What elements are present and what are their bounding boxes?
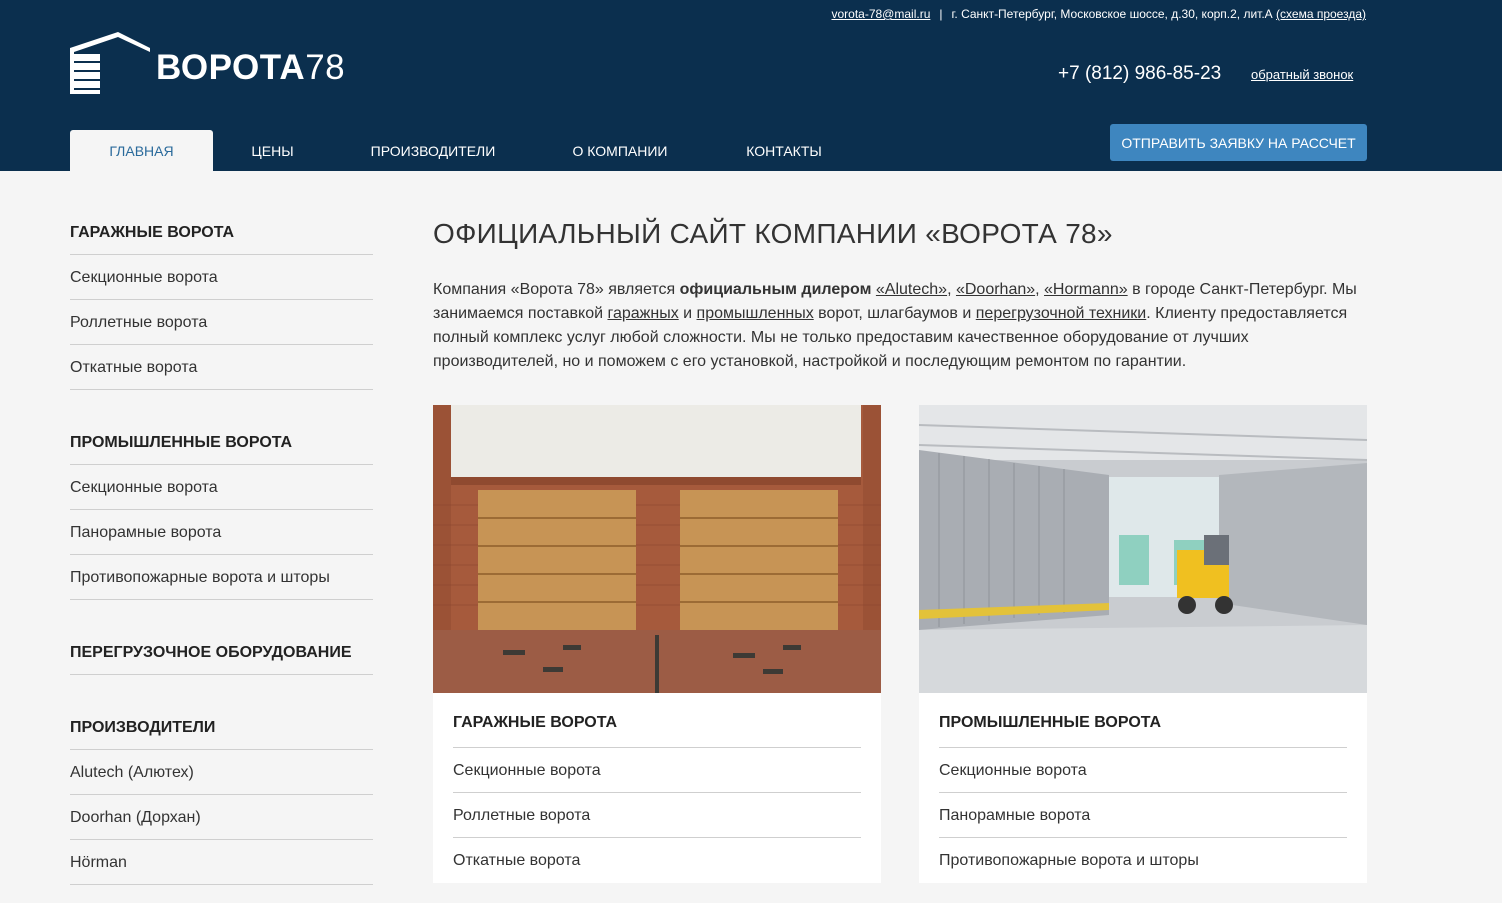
garage-photo-illustration <box>433 405 881 693</box>
card-item-sliding[interactable]: Откатные ворота <box>453 838 861 883</box>
garage-gates-image[interactable] <box>433 405 881 693</box>
callback-link[interactable]: обратный звонок <box>1251 67 1353 82</box>
sidebar-group-title[interactable]: ПРОИЗВОДИТЕЛИ <box>70 705 373 750</box>
loading-equipment-link[interactable]: перегрузочной техники <box>976 305 1146 322</box>
sidebar-item-roller[interactable]: Роллетные ворота <box>70 300 373 345</box>
route-map-link[interactable]: (схема проезда) <box>1276 7 1366 21</box>
sidebar-group-title[interactable]: ПРОМЫШЛЕННЫЕ ВОРОТА <box>70 420 373 465</box>
hormann-link[interactable]: «Hormann» <box>1044 281 1128 298</box>
email-link[interactable]: vorota-78@mail.ru <box>831 7 930 21</box>
site-logo[interactable]: ВОРОТА78 <box>70 32 345 94</box>
intro-text: ворот, шлагбаумов и <box>813 305 976 322</box>
nav-manufacturers[interactable]: ПРОИЗВОДИТЕЛИ <box>332 130 534 171</box>
industrial-link[interactable]: промышленных <box>697 305 814 322</box>
request-quote-button[interactable]: ОТПРАВИТЬ ЗАЯВКУ НА РАССЧЕТ <box>1110 124 1367 161</box>
card-title[interactable]: ПРОМЫШЛЕННЫЕ ВОРОТА <box>939 703 1347 748</box>
intro-comma: , <box>947 281 956 298</box>
sidebar-item-fireproof[interactable]: Противопожарные ворота и шторы <box>70 555 373 600</box>
sidebar-item-sectional[interactable]: Секционные ворота <box>70 255 373 300</box>
logo-wordmark: ВОРОТА78 <box>156 48 345 88</box>
main-nav: ГЛАВНАЯ ЦЕНЫ ПРОИЗВОДИТЕЛИ О КОМПАНИИ КО… <box>70 130 862 171</box>
sidebar-item-hormann[interactable]: Hörman <box>70 840 373 885</box>
sidebar-item-doorhan[interactable]: Doorhan (Дорхан) <box>70 795 373 840</box>
sidebar-item-sectional[interactable]: Секционные ворота <box>70 465 373 510</box>
separator: | <box>939 7 943 21</box>
card-body: ГАРАЖНЫЕ ВОРОТА Секционные ворота Роллет… <box>433 693 881 883</box>
card-garage-gates: ГАРАЖНЫЕ ВОРОТА Секционные ворота Роллет… <box>433 405 881 883</box>
sidebar-group-loading: ПЕРЕГРУЗОЧНОЕ ОБОРУДОВАНИЕ <box>70 630 373 675</box>
nav-contacts[interactable]: КОНТАКТЫ <box>706 130 862 171</box>
alutech-link[interactable]: «Alutech» <box>876 281 947 298</box>
card-item-fireproof[interactable]: Противопожарные ворота и шторы <box>939 838 1347 883</box>
doorhan-link[interactable]: «Doorhan» <box>956 281 1035 298</box>
warehouse-photo-illustration <box>919 405 1367 693</box>
sidebar-item-panoramic[interactable]: Панорамные ворота <box>70 510 373 555</box>
sidebar-group-manufacturers: ПРОИЗВОДИТЕЛИ Alutech (Алютех) Doorhan (… <box>70 705 373 885</box>
page-title: ОФИЦИАЛЬНЫЙ САЙТ КОМПАНИИ «ВОРОТА 78» <box>433 218 1113 249</box>
card-item-sectional[interactable]: Секционные ворота <box>939 748 1347 793</box>
card-body: ПРОМЫШЛЕННЫЕ ВОРОТА Секционные ворота Па… <box>919 693 1367 883</box>
logo-number: 78 <box>305 48 346 87</box>
top-contact-line: vorota-78@mail.ru | г. Санкт-Петербург, Мо… <box>831 7 1366 21</box>
intro-bold: официальным дилером <box>679 281 872 298</box>
intro-comma: , <box>1035 281 1045 298</box>
intro-text: Компания «Ворота 78» является <box>433 281 680 298</box>
category-cards: ГАРАЖНЫЕ ВОРОТА Секционные ворота Роллет… <box>433 405 1367 883</box>
card-item-roller[interactable]: Роллетные ворота <box>453 793 861 838</box>
garage-link[interactable]: гаражных <box>607 305 678 322</box>
main-content: ОФИЦИАЛЬНЫЙ САЙТ КОМПАНИИ «ВОРОТА 78» Ко… <box>433 218 1367 883</box>
sidebar-group-industrial: ПРОМЫШЛЕННЫЕ ВОРОТА Секционные ворота Па… <box>70 420 373 600</box>
intro-text: и <box>678 305 697 322</box>
sidebar-group-garage: ГАРАЖНЫЕ ВОРОТА Секционные ворота Роллет… <box>70 210 373 390</box>
industrial-gates-image[interactable] <box>919 405 1367 693</box>
sidebar-group-title[interactable]: ПЕРЕГРУЗОЧНОЕ ОБОРУДОВАНИЕ <box>70 630 373 675</box>
intro-paragraph: Компания «Ворота 78» является официальны… <box>433 278 1367 374</box>
nav-prices[interactable]: ЦЕНЫ <box>213 130 332 171</box>
nav-home[interactable]: ГЛАВНАЯ <box>70 130 213 171</box>
card-industrial-gates: ПРОМЫШЛЕННЫЕ ВОРОТА Секционные ворота Па… <box>919 405 1367 883</box>
card-item-panoramic[interactable]: Панорамные ворота <box>939 793 1347 838</box>
sidebar-group-title[interactable]: ГАРАЖНЫЕ ВОРОТА <box>70 210 373 255</box>
sidebar: ГАРАЖНЫЕ ВОРОТА Секционные ворота Роллет… <box>70 210 373 903</box>
card-title[interactable]: ГАРАЖНЫЕ ВОРОТА <box>453 703 861 748</box>
phone-number[interactable]: +7 (812) 986-85-23 <box>1058 63 1221 85</box>
sidebar-item-sliding[interactable]: Откатные ворота <box>70 345 373 390</box>
site-header: vorota-78@mail.ru | г. Санкт-Петербург, Мо… <box>0 0 1502 171</box>
sidebar-item-alutech[interactable]: Alutech (Алютех) <box>70 750 373 795</box>
gate-house-icon <box>70 32 150 94</box>
address-text: г. Санкт-Петербург, Московское шоссе, д.… <box>951 7 1273 21</box>
card-item-sectional[interactable]: Секционные ворота <box>453 748 861 793</box>
logo-bold-text: ВОРОТА <box>156 48 306 87</box>
nav-about[interactable]: О КОМПАНИИ <box>534 130 706 171</box>
